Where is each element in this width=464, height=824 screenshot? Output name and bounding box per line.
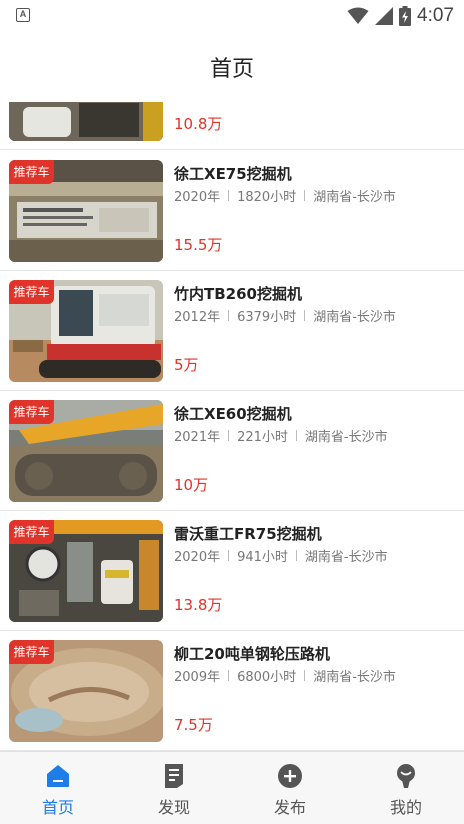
recommended-badge: 推荐车	[9, 520, 54, 544]
listing-price: 5万	[174, 356, 199, 374]
listing-photo: 推荐车	[9, 520, 163, 622]
listing-price: 15.5万	[174, 236, 223, 254]
nav-discover-label: 发现	[157, 798, 190, 817]
signal-icon	[375, 7, 394, 25]
listing-feed[interactable]: 10.8万 推荐车 徐工XE75挖掘机 2020年 1820小时 湖南省-长沙市…	[0, 102, 464, 751]
meta-divider	[304, 670, 306, 681]
listing-card[interactable]: 10.8万	[0, 102, 464, 150]
bottom-nav: 首页 发现 发布 我的	[0, 751, 464, 824]
listing-meta: 2020年 941小时 湖南省-长沙市	[174, 546, 388, 565]
listing-location: 湖南省-长沙市	[304, 430, 388, 445]
listing-title: 竹内TB260挖掘机	[174, 285, 302, 303]
listing-meta: 2009年 6800小时 湖南省-长沙市	[174, 666, 396, 685]
meta-divider	[228, 310, 230, 321]
nav-publish[interactable]: 发布	[232, 752, 348, 824]
app-header: 首页	[0, 32, 464, 102]
status-time: 4:07	[417, 5, 454, 26]
listing-photo: 推荐车	[9, 280, 163, 382]
listing-photo: 推荐车	[9, 400, 163, 502]
meta-divider	[228, 550, 230, 561]
status-bar: A 4:07	[0, 0, 464, 32]
listing-photo: 推荐车	[9, 160, 163, 262]
meta-divider	[228, 670, 230, 681]
nav-publish-label: 发布	[273, 798, 306, 817]
listing-year: 2020年	[174, 190, 221, 205]
listing-title: 徐工XE75挖掘机	[174, 165, 292, 183]
listing-title: 雷沃重工FR75挖掘机	[174, 525, 322, 543]
listing-meta: 2021年 221小时 湖南省-长沙市	[174, 426, 388, 445]
listing-card[interactable]: 推荐车 徐工XE75挖掘机 2020年 1820小时 湖南省-长沙市 15.5万	[0, 151, 464, 271]
listing-price: 10万	[174, 476, 209, 494]
meta-divider	[295, 550, 297, 561]
listing-year: 2009年	[174, 670, 221, 685]
listing-hours: 221小时	[237, 430, 288, 445]
meta-divider	[304, 310, 306, 321]
profile-icon	[392, 762, 420, 790]
listing-meta: 2020年 1820小时 湖南省-长沙市	[174, 186, 396, 205]
listing-photo: 推荐车	[9, 640, 163, 742]
listing-photo	[9, 102, 163, 141]
listing-year: 2021年	[174, 430, 221, 445]
nav-discover[interactable]: 发现	[116, 752, 232, 824]
nav-profile[interactable]: 我的	[348, 752, 464, 824]
listing-location: 湖南省-长沙市	[304, 550, 388, 565]
listing-card[interactable]: 推荐车 柳工20吨单钢轮压路机 2009年 6800小时 湖南省-长沙市 7.5…	[0, 631, 464, 751]
listing-hours: 941小时	[237, 550, 288, 565]
page-title: 首页	[209, 57, 254, 82]
listing-card[interactable]: 推荐车 雷沃重工FR75挖掘机 2020年 941小时 湖南省-长沙市 13.8…	[0, 511, 464, 631]
listing-year: 2012年	[174, 310, 221, 325]
publish-icon	[276, 762, 304, 790]
listing-card[interactable]: 推荐车 徐工XE60挖掘机 2021年 221小时 湖南省-长沙市 10万	[0, 391, 464, 511]
nav-profile-label: 我的	[389, 798, 422, 817]
battery-charging-icon	[399, 6, 412, 26]
listing-price: 13.8万	[174, 596, 223, 614]
nav-home-label: 首页	[41, 798, 74, 817]
meta-divider	[295, 430, 297, 441]
listing-title: 柳工20吨单钢轮压路机	[174, 645, 330, 663]
listing-year: 2020年	[174, 550, 221, 565]
listing-location: 湖南省-长沙市	[313, 670, 396, 685]
recommended-badge: 推荐车	[9, 640, 54, 664]
wifi-icon	[347, 7, 369, 24]
discover-icon	[160, 762, 188, 790]
listing-hours: 1820小时	[237, 190, 297, 205]
status-icons: 4:07	[347, 4, 454, 28]
recommended-badge: 推荐车	[9, 400, 54, 424]
nav-home[interactable]: 首页	[0, 752, 116, 824]
listing-meta: 2012年 6379小时 湖南省-长沙市	[174, 306, 396, 325]
home-icon	[44, 762, 72, 790]
listing-location: 湖南省-长沙市	[313, 310, 396, 325]
meta-divider	[228, 190, 230, 201]
listing-title: 徐工XE60挖掘机	[174, 405, 292, 423]
listing-price: 10.8万	[174, 115, 223, 133]
recommended-badge: 推荐车	[9, 280, 54, 304]
listing-card[interactable]: 推荐车 竹内TB260挖掘机 2012年 6379小时 湖南省-长沙市 5万	[0, 271, 464, 391]
listing-hours: 6800小时	[237, 670, 297, 685]
listing-hours: 6379小时	[237, 310, 297, 325]
meta-divider	[304, 190, 306, 201]
listing-price: 7.5万	[174, 716, 213, 734]
a-icon: A	[16, 8, 30, 22]
meta-divider	[228, 430, 230, 441]
recommended-badge: 推荐车	[9, 160, 54, 184]
listing-location: 湖南省-长沙市	[313, 190, 396, 205]
